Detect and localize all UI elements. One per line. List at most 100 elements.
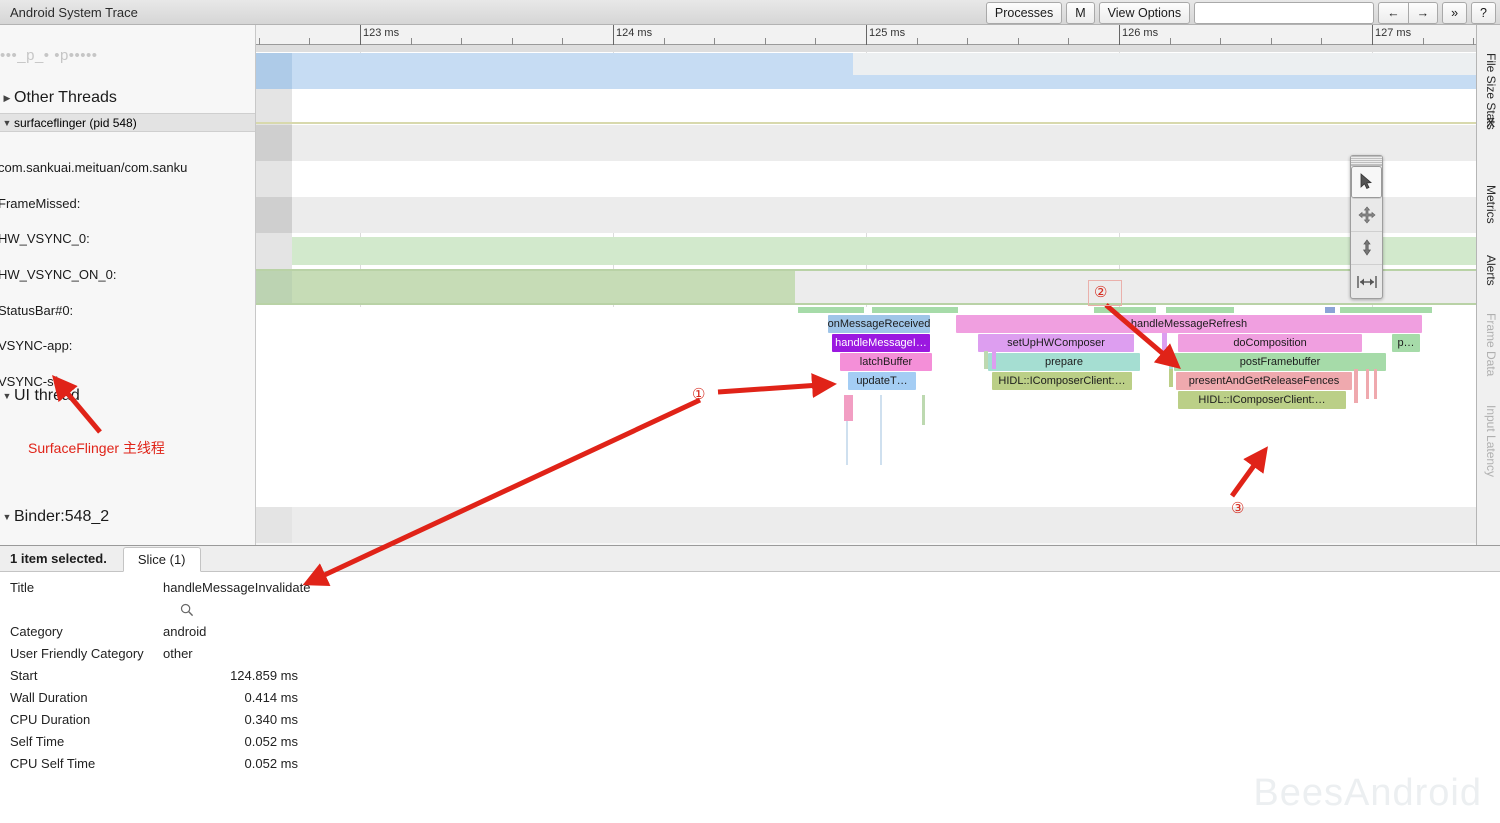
- right-rail[interactable]: X File Size Stats Metrics Alerts Frame D…: [1476, 25, 1500, 545]
- ruler-tick-minor: [1220, 38, 1221, 45]
- trace-slice[interactable]: presentAndGetReleaseFences: [1176, 372, 1352, 390]
- ruler-tick-minor: [461, 38, 462, 45]
- thin-slice[interactable]: [1169, 351, 1173, 369]
- search-title-icon[interactable]: [180, 603, 194, 620]
- ruler-tick-minor: [714, 38, 715, 45]
- thin-slice[interactable]: [992, 351, 996, 369]
- trace-canvas[interactable]: onMessageReceivedhandleMessageI… latchBuf…: [256, 45, 1476, 545]
- rail-item-file-size-stats[interactable]: File Size Stats: [1484, 53, 1498, 130]
- details-row-magnifier: [0, 602, 700, 624]
- track-label-statusbar[interactable]: StatusBar#0:: [0, 301, 256, 319]
- vsync-app-band[interactable]: [292, 237, 1476, 265]
- details-value: 0.052 ms: [0, 756, 298, 771]
- track-row-ui-thread[interactable]: onMessageReceivedhandleMessageI… latchBuf…: [256, 307, 1476, 507]
- slice-marker[interactable]: [1094, 307, 1156, 313]
- row-gutter: [256, 53, 292, 89]
- rail-item-frame-data[interactable]: Frame Data: [1484, 313, 1498, 376]
- thin-slice[interactable]: [1354, 369, 1358, 403]
- chevron-down-icon[interactable]: [0, 391, 14, 401]
- thin-slice[interactable]: [1366, 369, 1369, 399]
- select-mode-button[interactable]: [1351, 166, 1382, 199]
- details-key: Category: [10, 624, 63, 639]
- search-prev-button[interactable]: ←: [1378, 2, 1409, 24]
- trace-slice[interactable]: latchBuffer: [840, 353, 932, 371]
- thin-slice[interactable]: [922, 395, 925, 425]
- help-button[interactable]: ?: [1471, 2, 1496, 24]
- track-row-vsync-app[interactable]: [256, 233, 1476, 269]
- details-value: 0.340 ms: [0, 712, 298, 727]
- trace-slice[interactable]: setUpHWComposer: [978, 334, 1134, 352]
- thin-slice[interactable]: [1162, 333, 1167, 351]
- pan-mode-button[interactable]: [1351, 199, 1382, 232]
- mode-toolbar[interactable]: [1350, 155, 1383, 299]
- async-slice-lower[interactable]: [292, 75, 1476, 89]
- track-label-hw-vsync-on-0[interactable]: HW_VSYNC_ON_0:: [0, 265, 256, 283]
- trace-slice[interactable]: handleMessageRefresh: [956, 315, 1422, 333]
- slice-marker[interactable]: [1166, 307, 1234, 313]
- thin-slice[interactable]: [846, 421, 848, 465]
- ruler-tick-minor: [967, 38, 968, 45]
- trace-slice[interactable]: handleMessageI…: [832, 334, 930, 352]
- track-row-async-app[interactable]: [256, 53, 1476, 89]
- chevron-right-icon[interactable]: [0, 93, 14, 104]
- track-row-hw-vsync-on-0[interactable]: [256, 161, 1476, 197]
- slice-marker[interactable]: [872, 307, 958, 313]
- ruler-tick-minor: [1018, 38, 1019, 45]
- ruler-tick-label: 126 ms: [1119, 27, 1158, 39]
- time-ruler[interactable]: 123 ms124 ms125 ms126 ms127 ms: [0, 25, 1476, 45]
- sidebar-item-binder-548-2[interactable]: Binder:548_2: [0, 506, 256, 528]
- track-row-binder-1[interactable]: [256, 507, 1476, 543]
- trace-slice[interactable]: onMessageReceived: [828, 315, 930, 333]
- track-name-column[interactable]: •••_p_• •p••••• Other Threads surfacefli…: [0, 45, 256, 545]
- chevron-down-icon[interactable]: [0, 118, 14, 128]
- track-label-text: StatusBar#0:: [0, 303, 73, 318]
- rail-item-metrics[interactable]: Metrics: [1484, 185, 1498, 224]
- track-row-hw-vsync-0[interactable]: [256, 125, 1476, 161]
- details-tab-bar[interactable]: 1 item selected. Slice (1): [0, 546, 1500, 572]
- trace-slice[interactable]: updateT…: [848, 372, 916, 390]
- sidebar-item-other-threads[interactable]: Other Threads: [0, 87, 256, 109]
- chevron-down-icon[interactable]: [0, 512, 14, 522]
- search-input[interactable]: [1194, 2, 1374, 24]
- track-row-framemissed[interactable]: [256, 89, 1476, 125]
- details-panel[interactable]: 1 item selected. Slice (1) TitlehandleMe…: [0, 545, 1500, 823]
- thin-slice[interactable]: [844, 395, 853, 421]
- rail-item-input-latency[interactable]: Input Latency: [1484, 405, 1498, 477]
- track-label-async-app[interactable]: com.sankuai.meituan/com.sanku: [0, 158, 256, 176]
- track-row-statusbar[interactable]: [256, 197, 1476, 233]
- trace-slice[interactable]: HIDL::IComposerClient:…: [1178, 391, 1346, 409]
- search-next-button[interactable]: →: [1408, 2, 1439, 24]
- thin-slice[interactable]: [1374, 369, 1377, 399]
- process-header-surfaceflinger[interactable]: surfaceflinger (pid 548): [0, 113, 256, 132]
- metrics-toggle-button[interactable]: M: [1066, 2, 1094, 24]
- vsync-sf-band[interactable]: [292, 269, 795, 305]
- horizontal-zoom-mode-button[interactable]: [1351, 265, 1382, 298]
- vsync-sf-top-line: [256, 269, 1476, 271]
- trace-slice[interactable]: prepare: [988, 353, 1140, 371]
- drag-handle[interactable]: [1351, 156, 1382, 166]
- slice-marker[interactable]: [798, 307, 864, 313]
- track-label-hw-vsync-0[interactable]: HW_VSYNC_0:: [0, 229, 256, 247]
- track-label-vsync-app[interactable]: VSYNC-app:: [0, 336, 256, 354]
- timeline-area[interactable]: 123 ms124 ms125 ms126 ms127 ms •••_p_• •…: [0, 25, 1476, 545]
- overflow-button[interactable]: »: [1442, 2, 1467, 24]
- thin-slice[interactable]: [1169, 369, 1173, 387]
- trace-slice-label: presentAndGetReleaseFences: [1186, 375, 1342, 387]
- rail-item-alerts[interactable]: Alerts: [1484, 255, 1498, 286]
- thin-slice[interactable]: [984, 351, 988, 369]
- track-label-framemissed[interactable]: FrameMissed:: [0, 194, 256, 212]
- trace-slice-label: latchBuffer: [857, 356, 915, 368]
- processes-button[interactable]: Processes: [986, 2, 1062, 24]
- async-slice-upper[interactable]: [292, 53, 853, 75]
- tab-slice[interactable]: Slice (1): [123, 547, 201, 572]
- trace-slice[interactable]: doComposition: [1178, 334, 1362, 352]
- trace-slice[interactable]: p…: [1392, 334, 1420, 352]
- slice-marker[interactable]: [1325, 307, 1335, 313]
- trace-slice[interactable]: HIDL::IComposerClient:…: [992, 372, 1132, 390]
- slice-marker[interactable]: [1340, 307, 1432, 313]
- track-row-vsync-sf[interactable]: [256, 269, 1476, 305]
- vertical-zoom-mode-button[interactable]: [1351, 232, 1382, 265]
- view-options-button[interactable]: View Options: [1099, 2, 1190, 24]
- sidebar-item-ui-thread[interactable]: UI thread: [0, 385, 256, 407]
- thin-slice[interactable]: [880, 395, 882, 465]
